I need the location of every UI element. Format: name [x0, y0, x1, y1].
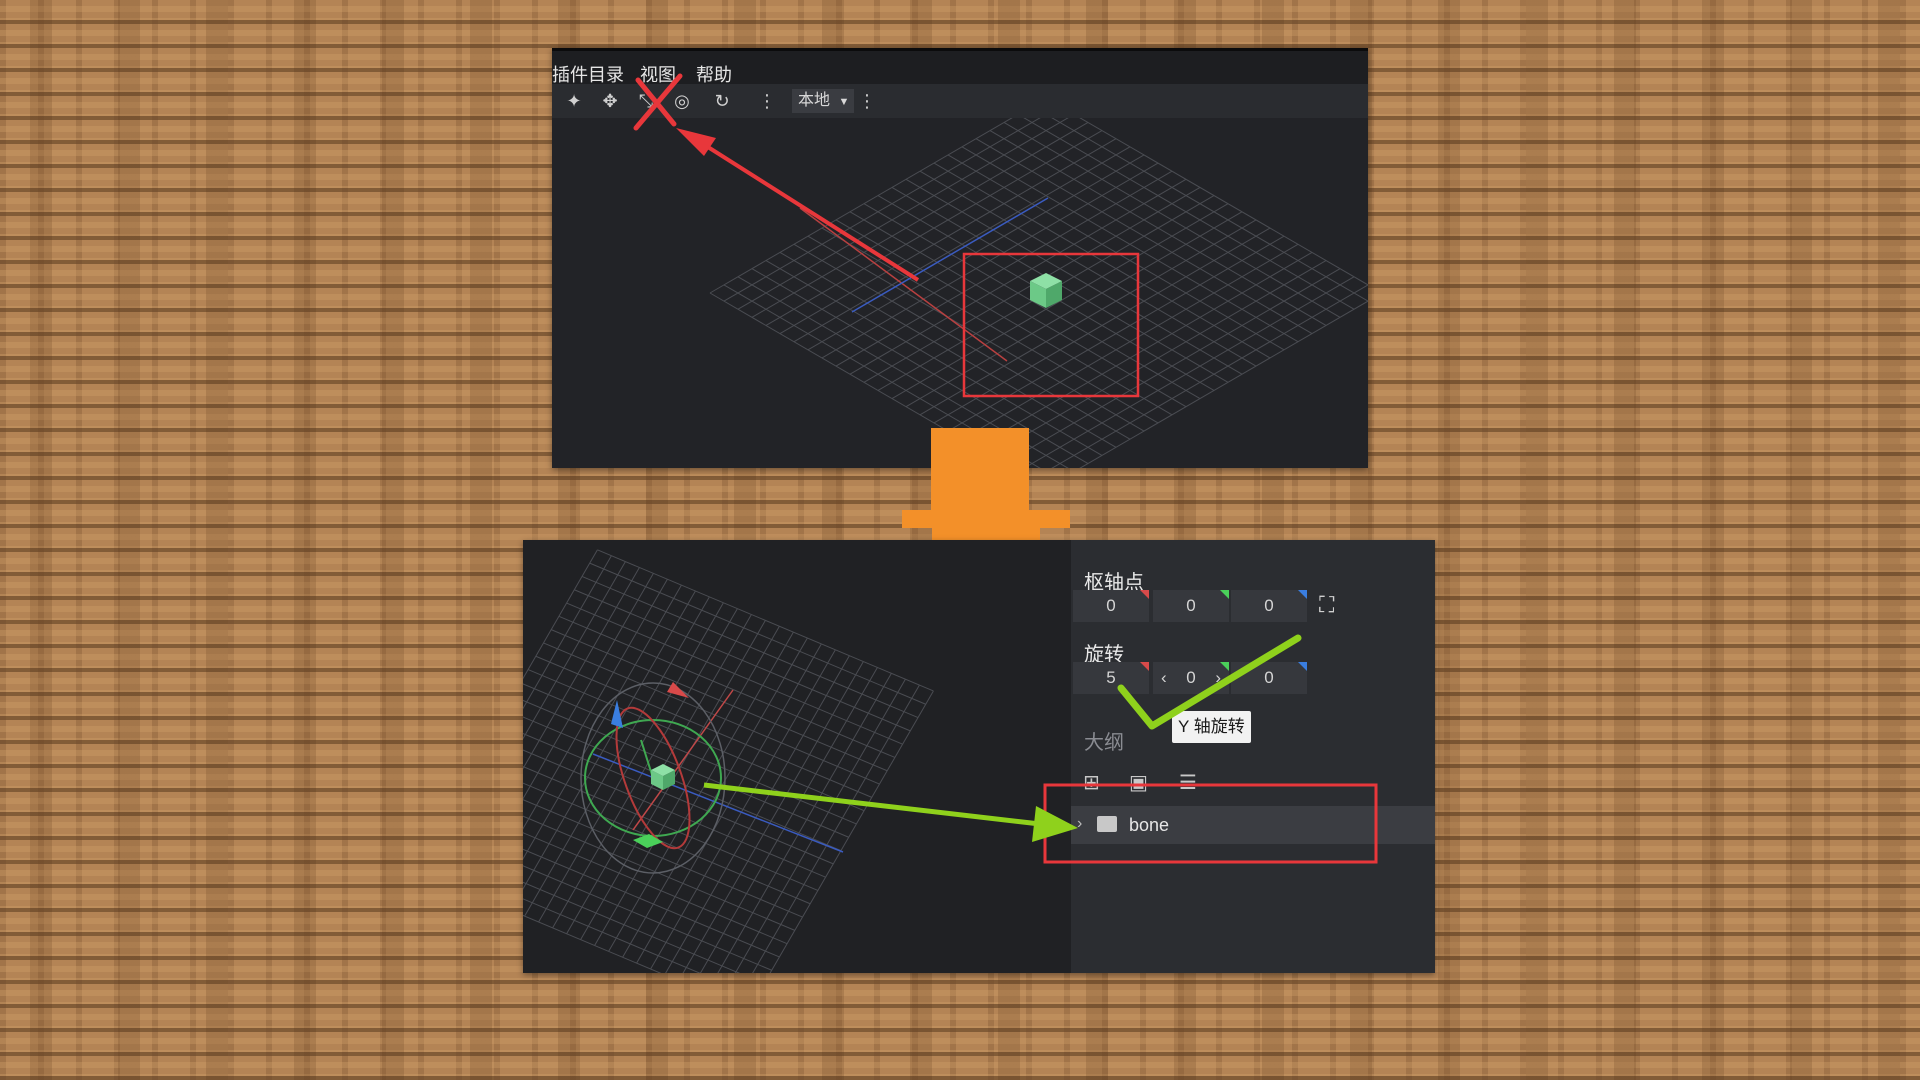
- annotation-layer-bottom: [703, 634, 1378, 864]
- green-arrowhead: [1032, 806, 1078, 842]
- highlight-box: [1043, 783, 1378, 864]
- check-mark: [1117, 634, 1302, 730]
- green-arrow: [703, 782, 1041, 827]
